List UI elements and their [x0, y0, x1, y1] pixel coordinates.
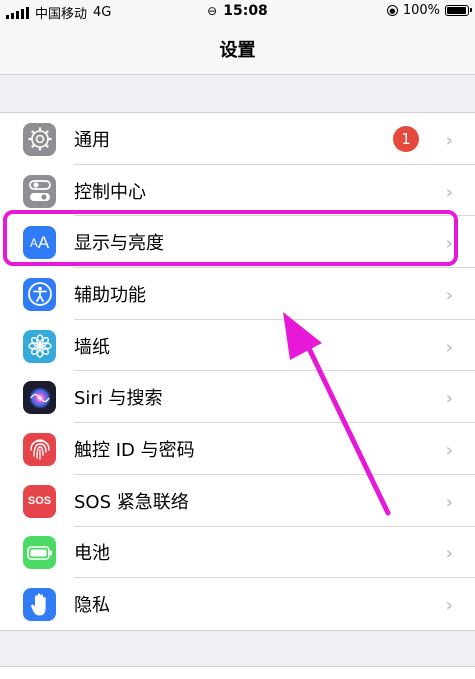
annotation-arrow-icon [283, 312, 391, 516]
